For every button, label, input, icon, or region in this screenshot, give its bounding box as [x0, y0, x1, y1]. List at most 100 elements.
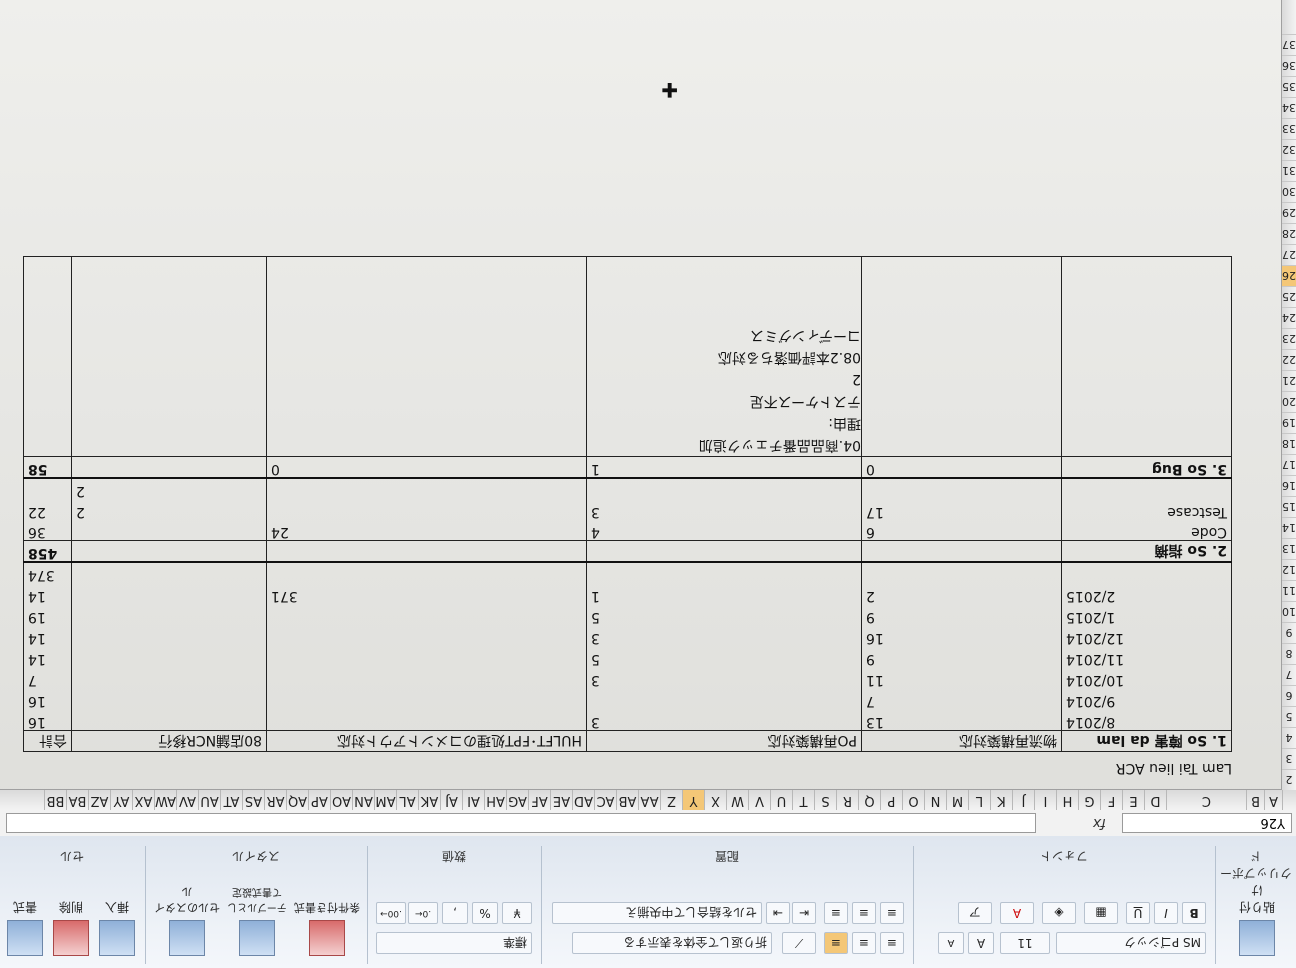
table-cell[interactable] [71, 562, 267, 584]
table-cell[interactable] [71, 520, 267, 541]
table-cell[interactable]: 9 [861, 604, 1062, 626]
font-size-select[interactable]: 11 [1000, 932, 1050, 954]
column-header[interactable]: AH [484, 790, 506, 810]
column-header[interactable]: AK [418, 790, 440, 810]
table-cell[interactable]: 7 [23, 667, 72, 689]
table-cell[interactable] [586, 562, 862, 584]
table-cell[interactable] [266, 257, 587, 457]
paste-button[interactable]: 貼り付け [1234, 883, 1280, 958]
column-header[interactable]: A [1264, 790, 1282, 810]
month-label[interactable] [1061, 562, 1232, 584]
row-header[interactable]: 26 [1282, 265, 1296, 286]
table-cell[interactable] [71, 583, 267, 605]
header-cell[interactable]: 1. So 障害 da lam [1061, 730, 1232, 752]
table-cell[interactable]: 14 [23, 625, 72, 647]
table-cell[interactable]: 2 [861, 583, 1062, 605]
row-header[interactable]: 9 [1282, 622, 1296, 643]
row-header[interactable]: 14 [1282, 517, 1296, 538]
row-header[interactable]: 32 [1282, 139, 1296, 160]
align-top-button[interactable]: ≡ [880, 932, 904, 954]
column-header[interactable]: F [1100, 790, 1122, 810]
table-cell[interactable] [71, 604, 267, 626]
column-header[interactable]: B [1246, 790, 1264, 810]
table-cell[interactable]: 14 [23, 646, 72, 668]
column-header[interactable]: AS [242, 790, 264, 810]
row-header[interactable]: 6 [1282, 685, 1296, 706]
table-cell[interactable] [861, 562, 1062, 584]
row-header[interactable]: 28 [1282, 223, 1296, 244]
number-format-select[interactable]: 標準 [376, 932, 532, 954]
column-header[interactable]: AB [616, 790, 638, 810]
column-header[interactable]: AD [572, 790, 594, 810]
header-cell[interactable]: 80店舗NCR移行 [71, 730, 267, 752]
month-label[interactable]: 11/2014 [1061, 646, 1232, 668]
row-header[interactable]: 2 [1282, 769, 1296, 790]
table-cell[interactable]: 2 [71, 478, 267, 499]
column-header[interactable]: J [1012, 790, 1034, 810]
table-cell[interactable]: 13 [861, 709, 1062, 731]
header-cell[interactable]: 物流再構築対応 [861, 730, 1062, 752]
column-header[interactable]: T [792, 790, 814, 810]
table-cell[interactable] [1061, 478, 1232, 499]
table-cell[interactable] [586, 688, 862, 710]
month-label[interactable]: 10/2014 [1061, 667, 1232, 689]
sheet-title[interactable]: Lam Tai lieu ACR [1116, 760, 1232, 776]
table-cell[interactable] [861, 541, 1062, 563]
table-cell[interactable]: 22 [23, 499, 72, 520]
table-cell[interactable] [71, 257, 267, 457]
table-cell[interactable] [23, 257, 72, 457]
fx-icon[interactable]: fx [1066, 813, 1106, 833]
table-cell[interactable]: 6 [861, 520, 1062, 541]
decrease-decimal-button[interactable]: .00→ [376, 902, 406, 924]
bug-label[interactable]: 3. So Bug [1061, 457, 1232, 478]
conditional-format-button[interactable]: 条件付き書式 [294, 884, 360, 958]
column-header[interactable]: H [1056, 790, 1078, 810]
row-header[interactable]: 17 [1282, 454, 1296, 475]
row-header[interactable]: 24 [1282, 307, 1296, 328]
align-middle-button[interactable]: ≡ [852, 932, 876, 954]
percent-button[interactable]: % [472, 902, 498, 924]
row-header[interactable]: 22 [1282, 349, 1296, 370]
column-header[interactable]: BA [66, 790, 88, 810]
insert-cells-button[interactable]: 挿入 [94, 884, 140, 958]
table-cell[interactable]: 1 [586, 457, 862, 478]
row-header[interactable]: 31 [1282, 160, 1296, 181]
column-header[interactable]: AC [594, 790, 616, 810]
column-header[interactable]: AE [550, 790, 572, 810]
column-header[interactable]: P [880, 790, 902, 810]
grow-font-button[interactable]: A [968, 932, 994, 954]
font-color-button[interactable]: A [1000, 902, 1034, 924]
table-cell[interactable] [1061, 257, 1232, 457]
table-cell[interactable]: 3 [586, 499, 862, 520]
table-cell[interactable]: 5 [586, 646, 862, 668]
table-cell[interactable] [71, 667, 267, 689]
column-header[interactable]: C [1166, 790, 1246, 810]
header-cell[interactable]: 合計 [23, 730, 72, 752]
table-cell[interactable]: 17 [861, 499, 1062, 520]
select-all-corner[interactable] [1282, 790, 1296, 810]
table-cell[interactable] [266, 499, 587, 520]
table-cell[interactable]: 371 [266, 583, 587, 605]
indent-increase-button[interactable]: ⇥ [766, 902, 790, 924]
align-left-button[interactable]: ≡ [880, 902, 904, 924]
table-cell[interactable] [586, 478, 862, 499]
column-header[interactable]: BB [44, 790, 66, 810]
table-cell[interactable] [266, 478, 587, 499]
table-cell[interactable]: 36 [23, 520, 72, 541]
row-header[interactable]: 33 [1282, 118, 1296, 139]
table-cell[interactable]: 58 [23, 457, 72, 478]
row-header[interactable]: 34 [1282, 97, 1296, 118]
table-cell[interactable] [861, 478, 1062, 499]
row-header[interactable]: 29 [1282, 202, 1296, 223]
align-bottom-button[interactable]: ≡ [824, 932, 848, 954]
row-header[interactable]: 3 [1282, 748, 1296, 769]
align-center-button[interactable]: ≡ [852, 902, 876, 924]
comma-button[interactable]: , [442, 902, 468, 924]
italic-button[interactable]: I [1154, 902, 1178, 924]
worksheet[interactable]: Lam Tai lieu ACR 1. So 障害 da lam 物流再構築対応… [0, 0, 1282, 790]
row-header[interactable]: 23 [1282, 328, 1296, 349]
column-header[interactable]: W [726, 790, 748, 810]
row-header[interactable]: 35 [1282, 76, 1296, 97]
table-cell[interactable] [266, 709, 587, 731]
month-label[interactable]: 1/2015 [1061, 604, 1232, 626]
